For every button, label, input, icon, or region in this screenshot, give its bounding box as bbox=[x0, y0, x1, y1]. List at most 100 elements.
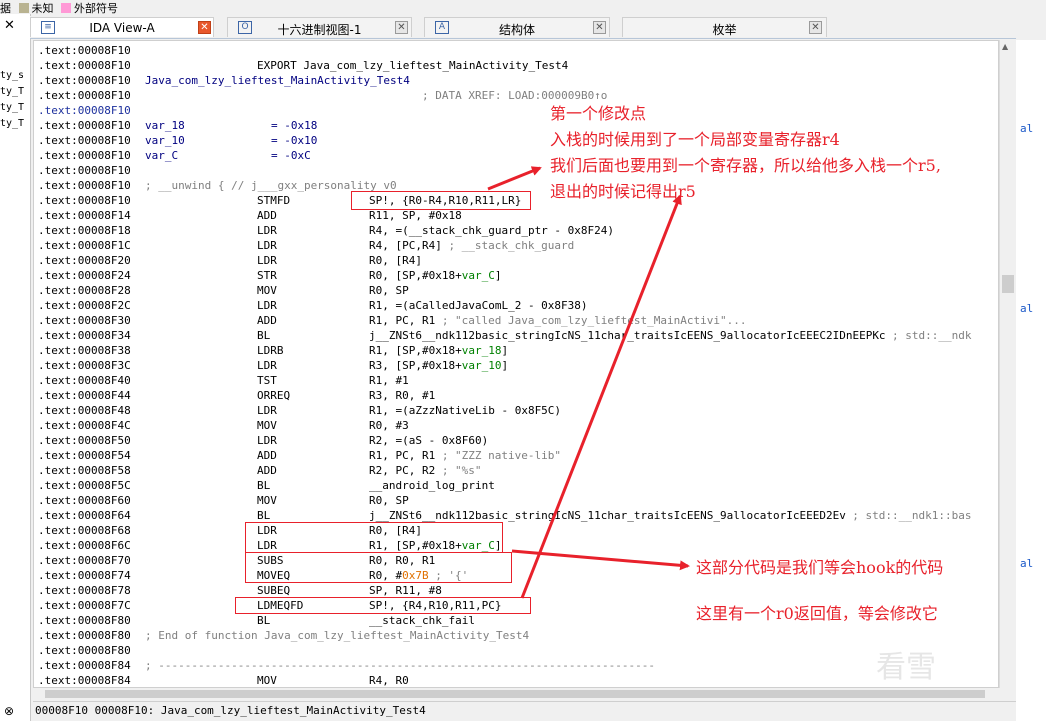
listing-line[interactable]: .text:00008F80 ; End of function Java_com… bbox=[38, 628, 996, 643]
close-icon[interactable]: ✕ bbox=[198, 21, 211, 34]
listing-line[interactable]: .text:00008F10 EXPORT Java_com_lzy_liefte… bbox=[38, 58, 996, 73]
line-operands: R1, [SP,#0x18+var_18] bbox=[369, 344, 509, 357]
listing-line[interactable]: .text:00008F40 TST R1, #1 bbox=[38, 373, 996, 388]
legend-item-unknown: 未知 bbox=[31, 2, 54, 15]
listing-line[interactable]: .text:00008F44 ORREQ R3, R0, #1 bbox=[38, 388, 996, 403]
line-comment: ; __stack_chk_guard bbox=[448, 239, 575, 252]
annotation-note-3: 这里有一个r0返回值，等会修改它 bbox=[696, 604, 938, 623]
listing-line[interactable]: .text:00008F14 ADD R11, SP, #0x18 bbox=[38, 208, 996, 223]
listing-line[interactable]: .text:00008F78 SUBEQ SP, R11, #8 bbox=[38, 583, 996, 598]
watermark-logo: 看雪 bbox=[876, 650, 936, 685]
listing-line[interactable]: .text:00008F84 ; ------------------------… bbox=[38, 658, 996, 673]
close-icon[interactable]: ✕ bbox=[4, 18, 15, 33]
horizontal-scrollbar[interactable] bbox=[33, 688, 999, 700]
listing-line[interactable]: .text:00008F54 ADD R1, PC, R1 ; "ZZZ native… bbox=[38, 448, 996, 463]
line-mnemonic: ADD bbox=[257, 449, 277, 462]
line-mnemonic: ADD bbox=[257, 209, 277, 222]
line-address: .text:00008F20 bbox=[38, 254, 131, 267]
line-operands: R2, =(aS - 0x8F60) bbox=[369, 434, 489, 447]
function-name-fragment[interactable]: ty_T bbox=[0, 86, 24, 97]
tab-hex-view[interactable]: O 十六进制视图-1 ✕ bbox=[227, 17, 412, 37]
line-mnemonic: LDRB bbox=[257, 344, 284, 357]
line-operands: R1, PC, R1 bbox=[369, 314, 436, 327]
line-label: ; --------------------------------------… bbox=[145, 659, 655, 672]
line-label: ; __unwind { // j___gxx_personality_v0 bbox=[145, 179, 397, 192]
line-mnemonic: LDR bbox=[257, 404, 277, 417]
legend-swatch-external bbox=[61, 3, 71, 13]
listing-line[interactable]: .text:00008F4C MOV R0, #3 bbox=[38, 418, 996, 433]
listing-line[interactable]: .text:00008F58 ADD R2, PC, R2 ; "%s" bbox=[38, 463, 996, 478]
line-address: .text:00008F50 bbox=[38, 434, 131, 447]
legend-item-external: 外部符号 bbox=[74, 2, 118, 15]
segment-legend: 据 未知 外部符号 bbox=[0, 0, 1046, 15]
line-address: .text:00008F10 bbox=[38, 104, 131, 117]
listing-line[interactable]: .text:00008F10 Java_com_lzy_lieftest_Main… bbox=[38, 73, 996, 88]
function-name-fragment[interactable]: ty_T bbox=[0, 102, 24, 113]
listing-line[interactable]: .text:00008F84 MOV R4, R0 bbox=[38, 673, 996, 687]
close-icon[interactable]: ✕ bbox=[809, 21, 822, 34]
line-operands: SP!, {R0-R4,R10,R11,LR} bbox=[369, 194, 522, 207]
tab-label: 结构体 bbox=[498, 23, 535, 37]
function-name-fragment[interactable]: ty_s bbox=[0, 70, 24, 81]
function-name-fragment[interactable]: ty_T bbox=[0, 118, 24, 129]
listing-line[interactable]: .text:00008F28 MOV R0, SP bbox=[38, 283, 996, 298]
close-icon[interactable]: ✕ bbox=[395, 21, 408, 34]
line-address: .text:00008F84 bbox=[38, 659, 131, 672]
line-address: .text:00008F10 bbox=[38, 194, 131, 207]
line-operands: SP, R11, #8 bbox=[369, 584, 442, 597]
line-address: .text:00008F70 bbox=[38, 554, 131, 567]
line-address: .text:00008F4C bbox=[38, 419, 131, 432]
line-address: .text:00008F10 bbox=[38, 59, 131, 72]
tab-label: 枚举 bbox=[712, 23, 737, 37]
line-operands: R4, R0 bbox=[369, 674, 409, 687]
tab-ida-view-a[interactable]: ≡ IDA View-A ✕ bbox=[30, 17, 214, 37]
listing-line[interactable]: .text:00008F1C LDR R4, [PC,R4] ; __stack_ch… bbox=[38, 238, 996, 253]
listing-line[interactable]: .text:00008F64 BL j__ZNSt6__ndk112basic_st… bbox=[38, 508, 996, 523]
line-operands: j__ZNSt6__ndk112basic_stringIcNS_11char_… bbox=[369, 509, 846, 522]
listing-line[interactable]: .text:00008F18 LDR R4, =(__stack_chk_guard… bbox=[38, 223, 996, 238]
panel-fragment: al bbox=[1020, 557, 1034, 570]
line-comment: ; "called Java_com_lzy_lieftest_MainActi… bbox=[441, 314, 747, 327]
line-mnemonic: = -0xC bbox=[271, 149, 311, 162]
line-mnemonic: EXPORT Java_com_lzy_lieftest_MainActivit… bbox=[257, 59, 569, 72]
line-comment: ; std::__ndk bbox=[891, 329, 972, 342]
listing-line[interactable]: .text:00008F60 MOV R0, SP bbox=[38, 493, 996, 508]
line-address: .text:00008F1C bbox=[38, 239, 131, 252]
listing-line[interactable]: .text:00008F24 STR R0, [SP,#0x18+var_C] bbox=[38, 268, 996, 283]
close-icon[interactable]: ⊗ bbox=[4, 704, 14, 718]
line-address: .text:00008F10 bbox=[38, 44, 131, 57]
listing-line[interactable]: .text:00008F2C LDR R1, =(aCalledJavaComL_2… bbox=[38, 298, 996, 313]
line-mnemonic: ADD bbox=[257, 464, 277, 477]
line-address: .text:00008F18 bbox=[38, 224, 131, 237]
line-label: var_18 bbox=[145, 119, 185, 132]
line-address: .text:00008F30 bbox=[38, 314, 131, 327]
line-label: var_C bbox=[145, 149, 179, 162]
listing-line[interactable]: .text:00008F48 LDR R1, =(aZzzNativeLib - 0… bbox=[38, 403, 996, 418]
tab-label: IDA View-A bbox=[89, 21, 155, 35]
listing-line[interactable]: .text:00008F50 LDR R2, =(aS - 0x8F60) bbox=[38, 433, 996, 448]
listing-line[interactable]: .text:00008F3C LDR R3, [SP,#0x18+var_10] bbox=[38, 358, 996, 373]
listing-line[interactable]: .text:00008F30 ADD R1, PC, R1 ; "called Jav… bbox=[38, 313, 996, 328]
line-address: .text:00008F10 bbox=[38, 164, 131, 177]
listing-line[interactable]: .text:00008F5C BL __android_log_print bbox=[38, 478, 996, 493]
close-icon[interactable]: ✕ bbox=[593, 21, 606, 34]
scroll-thumb[interactable] bbox=[1002, 275, 1014, 293]
scroll-thumb[interactable] bbox=[45, 690, 985, 698]
listing-line[interactable]: .text:00008F80 bbox=[38, 643, 996, 658]
line-mnemonic: BL bbox=[257, 614, 271, 627]
line-label: var_10 bbox=[145, 134, 185, 147]
tab-enums[interactable]: 枚举 ✕ bbox=[622, 17, 827, 37]
listing-line[interactable]: .text:00008F20 LDR R0, [R4] bbox=[38, 253, 996, 268]
line-operands: R1, PC, R1 bbox=[369, 449, 436, 462]
listing-line[interactable]: .text:00008F34 BL j__ZNSt6__ndk112basic_st… bbox=[38, 328, 996, 343]
line-mnemonic: LDR bbox=[257, 224, 277, 237]
listing-line[interactable]: .text:00008F6C LDR R1, [SP,#0x18+var_C] bbox=[38, 538, 996, 553]
line-mnemonic: ADD bbox=[257, 314, 277, 327]
listing-line[interactable]: .text:00008F68 LDR R0, [R4] bbox=[38, 523, 996, 538]
scroll-up-icon[interactable]: ▲ bbox=[1002, 42, 1008, 51]
line-mnemonic: STMFD bbox=[257, 194, 291, 207]
listing-line[interactable]: .text:00008F10 bbox=[38, 43, 996, 58]
vertical-scrollbar[interactable]: ▲ bbox=[999, 40, 1016, 688]
tab-structures[interactable]: A 结构体 ✕ bbox=[424, 17, 610, 37]
listing-line[interactable]: .text:00008F38 LDRB R1, [SP,#0x18+var_18] bbox=[38, 343, 996, 358]
